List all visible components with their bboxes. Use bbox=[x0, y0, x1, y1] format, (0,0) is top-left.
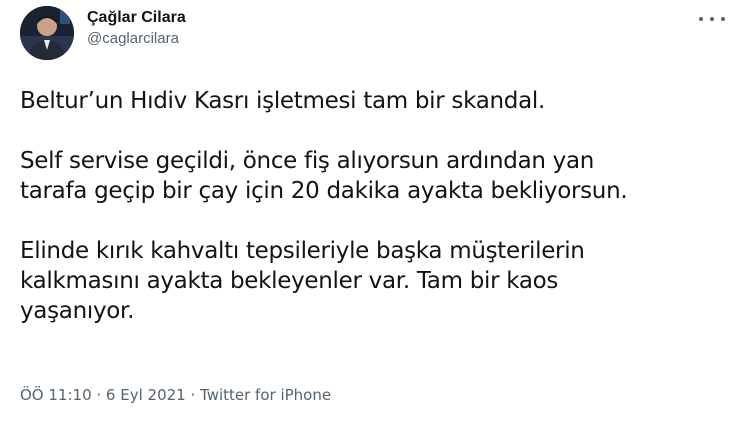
tweet-time: ÖÖ 11:10 bbox=[20, 386, 92, 404]
meta-separator: · bbox=[91, 386, 106, 404]
tweet-date: 6 Eyl 2021 bbox=[105, 386, 186, 404]
more-options-button[interactable] bbox=[699, 12, 725, 26]
tweet-meta: ÖÖ 11:10 · 6 Eyl 2021 · Twitter for iPho… bbox=[20, 385, 331, 405]
tweet-card: Çağlar Cilara @caglarcilara Beltur’un Hı… bbox=[0, 0, 745, 425]
tweet-paragraph: Elinde kırık kahvaltı tepsileriyle başka… bbox=[20, 238, 585, 324]
author-names: Çağlar Cilara @caglarcilara bbox=[87, 8, 186, 50]
meta-separator: · bbox=[185, 386, 201, 404]
more-horizontal-icon bbox=[710, 17, 714, 21]
author-display-name[interactable]: Çağlar Cilara bbox=[87, 8, 186, 28]
tweet-text: Beltur’un Hıdiv Kasrı işletmesi tam bir … bbox=[20, 86, 720, 356]
more-horizontal-icon bbox=[699, 17, 703, 21]
tweet-source-link[interactable]: Twitter for iPhone bbox=[200, 386, 331, 404]
avatar-image bbox=[20, 6, 74, 60]
more-horizontal-icon bbox=[721, 17, 725, 21]
tweet-paragraph: Beltur’un Hıdiv Kasrı işletmesi tam bir … bbox=[20, 88, 545, 114]
tweet-header: Çağlar Cilara @caglarcilara bbox=[20, 6, 186, 60]
tweet-paragraph: Self servise geçildi, önce fiş alıyorsun… bbox=[20, 148, 628, 204]
author-handle[interactable]: @caglarcilara bbox=[87, 28, 186, 50]
tweet-time-link[interactable]: ÖÖ 11:10 · 6 Eyl 2021 bbox=[20, 386, 186, 404]
avatar[interactable] bbox=[20, 6, 74, 60]
